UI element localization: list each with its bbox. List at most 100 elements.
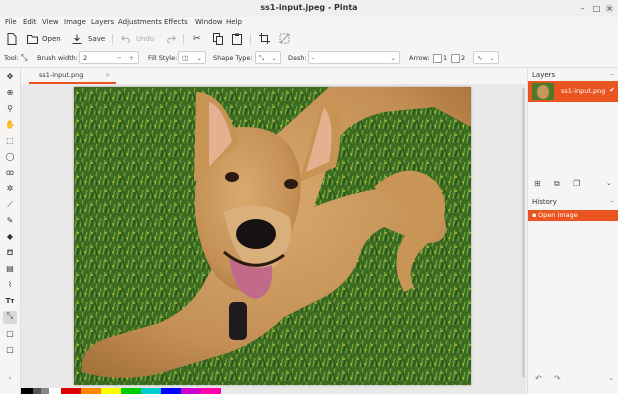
menu-view[interactable]: View xyxy=(42,18,59,26)
fill-style-icon: ◫ xyxy=(182,54,189,62)
paint-bucket-tool-icon[interactable]: ⛾ xyxy=(5,248,15,258)
rounded-rectangle-tool-icon[interactable]: ▢ xyxy=(5,345,15,355)
document-tabs: ss1-input.png × xyxy=(21,68,526,84)
tools-panel: ✥ ⊕ ⚲ ✋ ⬚ ◯ ꝏ ✲ ⟋ ✎ ◆ ⛾ ▤ ⌇ Tт ⤡ ▢ ▢ › xyxy=(0,68,21,394)
paintbrush-tool-icon[interactable]: ⟋ xyxy=(5,200,15,210)
save-button[interactable]: Save xyxy=(88,33,105,46)
layer-item[interactable]: ss1-input.png ✔ xyxy=(528,81,618,102)
brush-width-field[interactable]: 2 − + xyxy=(79,51,139,64)
history-item-label: Open Image xyxy=(538,211,578,219)
pencil-tool-icon[interactable]: ✎ xyxy=(5,216,15,226)
magic-wand-tool-icon[interactable]: ✲ xyxy=(5,184,15,194)
right-panel: Layers – ss1-input.png ✔ ⊞ ⧉ ❐ ⌄ History… xyxy=(527,68,618,394)
main-toolbar: Open Save Undo ✂ xyxy=(0,30,618,49)
line-tool-icon: ⤡ xyxy=(21,53,28,62)
line-curve-tool-icon[interactable]: ⤡ xyxy=(3,311,17,324)
menu-layers[interactable]: Layers xyxy=(91,18,114,26)
dash-label: Dash: xyxy=(288,54,307,62)
toolbar-separator xyxy=(112,34,113,45)
color-palette[interactable] xyxy=(21,388,221,394)
layer-name: ss1-input.png xyxy=(561,87,606,95)
rectangle-select-tool-icon[interactable]: ⬚ xyxy=(5,136,15,146)
minimize-icon[interactable]: – xyxy=(578,4,587,13)
color-picker-tool-icon[interactable]: ⌇ xyxy=(5,280,15,290)
new-file-icon[interactable] xyxy=(7,33,17,45)
layer-visible-check-icon[interactable]: ✔ xyxy=(609,86,615,94)
chevron-down-icon[interactable]: ⌄ xyxy=(608,374,614,382)
history-undo-icon[interactable]: ↶ xyxy=(535,374,542,383)
open-button[interactable]: Open xyxy=(42,33,61,46)
layer-properties-icon[interactable]: ❐ xyxy=(573,179,580,188)
copy-icon[interactable] xyxy=(213,33,223,45)
history-redo-icon[interactable]: ↷ xyxy=(554,374,561,383)
menu-adjustments[interactable]: Adjustments xyxy=(118,18,162,26)
add-layer-icon[interactable]: ⊞ xyxy=(534,179,541,188)
chevron-right-icon[interactable]: › xyxy=(5,373,15,383)
lasso-select-tool-icon[interactable]: ꝏ xyxy=(5,168,15,178)
menu-window[interactable]: Window xyxy=(195,18,223,26)
crop-icon[interactable] xyxy=(259,33,270,44)
chevron-down-icon: ⌄ xyxy=(390,54,396,62)
layers-panel-title: Layers xyxy=(532,71,556,79)
maximize-icon[interactable]: □ xyxy=(592,4,601,13)
chevron-down-icon: ⌄ xyxy=(196,54,202,62)
close-icon[interactable]: × xyxy=(605,4,614,13)
shape-type-dropdown[interactable]: ⤡ ⌄ xyxy=(255,51,281,64)
undo-icon[interactable] xyxy=(121,35,130,43)
menu-image[interactable]: Image xyxy=(64,18,86,26)
vertical-scrollbar[interactable] xyxy=(522,88,525,378)
dash-field[interactable]: - ⌄ xyxy=(308,51,400,64)
layer-thumbnail xyxy=(532,83,554,100)
minus-icon[interactable]: − xyxy=(117,52,122,65)
gradient-tool-icon[interactable]: ▤ xyxy=(5,264,15,274)
arrow-2-checkbox[interactable] xyxy=(451,54,460,63)
arrow-1-checkbox[interactable] xyxy=(433,54,442,63)
tab-label: ss1-input.png xyxy=(39,71,84,79)
menu-file[interactable]: File xyxy=(5,18,17,26)
rectangle-tool-icon[interactable]: ▢ xyxy=(5,329,15,339)
zoom-tool-icon[interactable]: ⚲ xyxy=(5,104,15,114)
move-selected-tool-icon[interactable]: ✥ xyxy=(5,72,15,82)
save-icon[interactable] xyxy=(72,34,82,44)
minimize-panel-icon[interactable]: – xyxy=(611,197,615,205)
menu-bar: File Edit View Image Layers Adjustments … xyxy=(0,17,618,30)
menu-effects[interactable]: Effects xyxy=(164,18,188,26)
title-bar: ss1-input.jpeg - Pinta – □ × xyxy=(0,0,618,17)
chevron-down-icon[interactable]: ⌄ xyxy=(606,179,612,187)
arrow-2-label: 2 xyxy=(461,54,466,62)
tool-label: Tool: xyxy=(4,54,19,62)
undo-button[interactable]: Undo xyxy=(136,33,154,46)
menu-edit[interactable]: Edit xyxy=(23,18,37,26)
toolbar-separator xyxy=(250,34,251,45)
canvas-area: ss1-input.png × xyxy=(21,68,526,394)
eraser-tool-icon[interactable]: ◆ xyxy=(5,232,15,242)
antialias-icon: ∿ xyxy=(477,54,483,62)
toolbar-separator xyxy=(183,34,184,45)
minimize-panel-icon[interactable]: – xyxy=(611,70,615,78)
tab-document[interactable]: ss1-input.png × xyxy=(29,68,116,84)
move-selection-tool-icon[interactable]: ⊕ xyxy=(5,88,15,98)
menu-help[interactable]: Help xyxy=(226,18,242,26)
plus-icon[interactable]: + xyxy=(129,52,134,65)
cut-icon[interactable]: ✂ xyxy=(193,33,201,46)
open-folder-icon[interactable] xyxy=(27,34,38,44)
ellipse-select-tool-icon[interactable]: ◯ xyxy=(5,152,15,162)
deselect-icon[interactable] xyxy=(279,33,290,44)
fill-style-label: Fill Style: xyxy=(148,54,178,62)
history-item-icon: ▪ xyxy=(532,211,537,219)
pan-tool-icon[interactable]: ✋ xyxy=(5,120,15,130)
arrow-label: Arrow: xyxy=(409,54,430,62)
close-tab-icon[interactable]: × xyxy=(105,71,110,79)
chevron-down-icon: ⌄ xyxy=(489,54,495,62)
paste-icon[interactable] xyxy=(232,33,242,45)
brush-width-label: Brush width: xyxy=(37,54,78,62)
arrow-1-label: 1 xyxy=(443,54,448,62)
dash-value: - xyxy=(312,54,315,62)
history-item[interactable]: ▪ Open Image xyxy=(528,210,618,221)
duplicate-layer-icon[interactable]: ⧉ xyxy=(554,179,560,189)
antialias-dropdown[interactable]: ∿ ⌄ xyxy=(473,51,499,64)
text-tool-icon[interactable]: Tт xyxy=(5,296,15,306)
fill-style-dropdown[interactable]: ◫ ⌄ xyxy=(178,51,206,64)
image-canvas[interactable] xyxy=(74,87,471,385)
redo-icon[interactable] xyxy=(167,35,176,43)
